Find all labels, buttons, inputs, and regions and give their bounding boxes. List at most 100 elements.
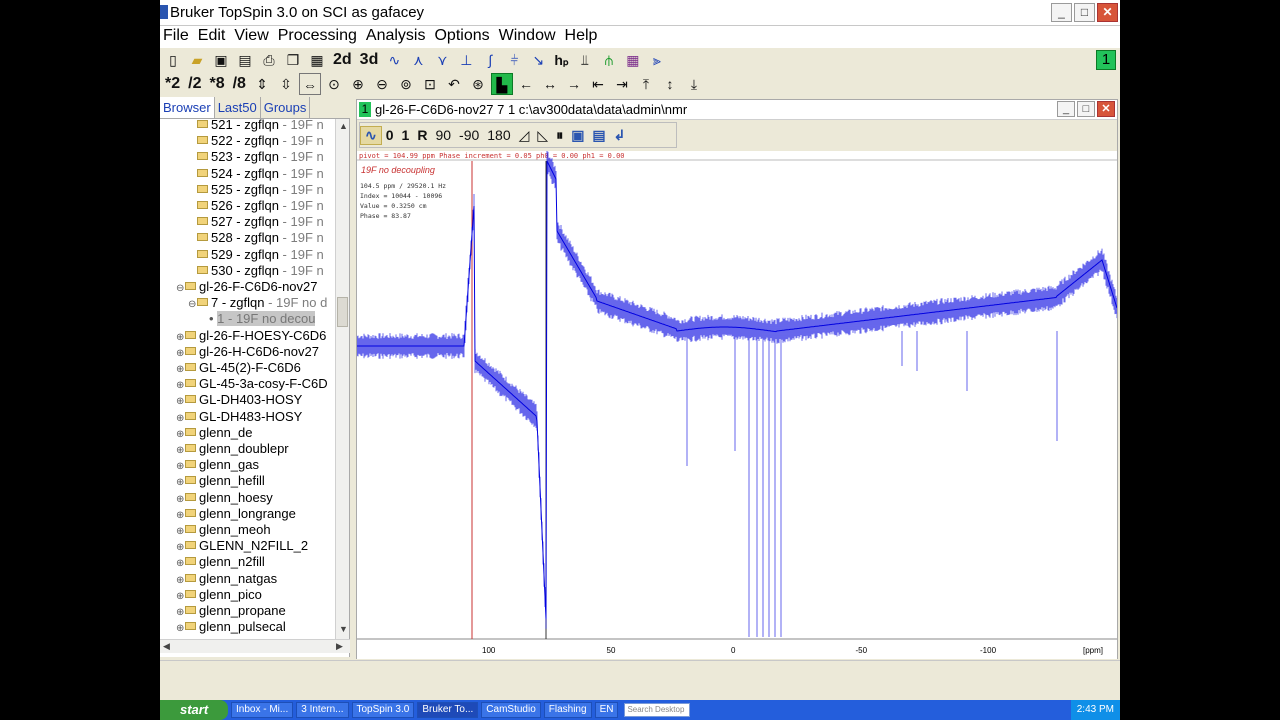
updown-icon[interactable]: ⇕ bbox=[251, 73, 273, 95]
phase-mode-icon[interactable]: ∿ bbox=[360, 125, 382, 145]
maximize-button[interactable]: □ bbox=[1074, 3, 1095, 22]
expand-icon[interactable]: ⊕ bbox=[176, 396, 185, 407]
close-button[interactable]: ✕ bbox=[1097, 3, 1118, 22]
task-inbox[interactable]: Inbox - Mi... bbox=[231, 702, 294, 718]
tree-item[interactable]: 530 - zgflqn - 19F n bbox=[188, 263, 324, 279]
tree-item[interactable]: ⊕ glenn_hoesy bbox=[176, 490, 273, 506]
menu-view[interactable]: View bbox=[231, 26, 274, 48]
phase-180-button[interactable]: 180 bbox=[483, 127, 514, 143]
tree-item[interactable]: ⊕ glenn_hefill bbox=[176, 473, 265, 489]
expand-icon[interactable]: ⊕ bbox=[176, 526, 185, 537]
tree-item[interactable]: ⊕ glenn_pico bbox=[176, 587, 262, 603]
reset-vertical-icon[interactable]: ⇳ bbox=[275, 73, 297, 95]
multiplet-icon[interactable]: ⫩ bbox=[503, 49, 525, 71]
system-tray-clock[interactable]: 2:43 PM bbox=[1070, 700, 1120, 720]
tree-item[interactable]: ⊕ glenn_propane bbox=[176, 603, 286, 619]
tree-item[interactable]: ⊕ GLENN_N2FILL_2 bbox=[176, 538, 308, 554]
start-button[interactable]: start bbox=[160, 700, 228, 720]
hp-icon[interactable]: hₚ bbox=[551, 49, 572, 71]
expand-icon[interactable]: ⊕ bbox=[176, 575, 185, 586]
zoom-fit-icon[interactable]: ⊚ bbox=[395, 73, 417, 95]
shift-left-end-icon[interactable]: ⇤ bbox=[587, 73, 609, 95]
fit-horizontal-icon[interactable]: ⇔ bbox=[298, 73, 321, 95]
zoom-region-icon[interactable]: ⊡ bbox=[419, 73, 441, 95]
shift-updown-icon[interactable]: ↕ bbox=[659, 73, 681, 95]
arrow-left-icon[interactable]: ← bbox=[515, 73, 537, 95]
shift-right-end-icon[interactable]: ⇥ bbox=[611, 73, 633, 95]
expand-icon[interactable]: ⊕ bbox=[176, 542, 185, 553]
spectrum-close-button[interactable]: ✕ bbox=[1097, 101, 1115, 117]
expand-icon[interactable]: ⊕ bbox=[176, 380, 185, 391]
expand-icon[interactable]: ⊕ bbox=[176, 461, 185, 472]
tree-item[interactable]: ⊕ glenn_pulsecal bbox=[176, 619, 286, 635]
scroll-right-icon[interactable]: ▶ bbox=[336, 641, 343, 652]
spectrum-maximize-button[interactable]: □ bbox=[1077, 101, 1095, 117]
zoom-icon[interactable]: ⊙ bbox=[323, 73, 345, 95]
phase-icon[interactable]: ⋎ bbox=[431, 49, 453, 71]
tree-item[interactable]: ⊕ glenn_gas bbox=[176, 457, 259, 473]
tree-item[interactable]: 522 - zgflqn - 19F n bbox=[188, 133, 324, 149]
shift-up-icon[interactable]: ⤒ bbox=[635, 73, 657, 95]
tree-item[interactable]: ⊖ gl-26-F-C6D6-nov27 bbox=[176, 279, 318, 295]
task-topspin[interactable]: TopSpin 3.0 bbox=[351, 702, 415, 718]
tree-item[interactable]: 529 - zgflqn - 19F n bbox=[188, 247, 324, 263]
save-return-icon[interactable]: ▤ bbox=[588, 127, 609, 144]
tree-item[interactable]: 527 - zgflqn - 19F n bbox=[188, 214, 324, 230]
ramp-up-icon[interactable]: ◿ bbox=[515, 127, 534, 144]
baseline-icon[interactable]: ↘ bbox=[527, 49, 549, 71]
tree-item[interactable]: ⊕ GL-DH483-HOSY bbox=[176, 409, 302, 425]
open-folder-icon[interactable]: ▰ bbox=[186, 49, 208, 71]
arrow-leftright-icon[interactable]: ↔ bbox=[539, 73, 561, 95]
menu-help[interactable]: Help bbox=[562, 26, 604, 48]
expand-icon[interactable]: ⊕ bbox=[176, 591, 185, 602]
phase-first-button[interactable]: 1 bbox=[398, 127, 414, 143]
scroll-left-icon[interactable]: ◀ bbox=[163, 641, 170, 652]
ramp-down-icon[interactable]: ◺ bbox=[533, 127, 552, 144]
task-bruker[interactable]: Bruker To... bbox=[417, 702, 479, 718]
phase-reset-button[interactable]: R bbox=[413, 127, 431, 143]
pause-icon[interactable]: ⏸ bbox=[552, 127, 567, 144]
phase-minus90-button[interactable]: -90 bbox=[455, 127, 483, 143]
menu-window[interactable]: Window bbox=[496, 26, 562, 48]
view-3d-button[interactable]: 3d bbox=[357, 49, 382, 71]
divide-8-button[interactable]: /8 bbox=[230, 73, 249, 95]
tree-item[interactable]: 521 - zgflqn - 19F n bbox=[188, 119, 324, 133]
tree-item[interactable]: 524 - zgflqn - 19F n bbox=[188, 166, 324, 182]
copy-icon[interactable]: ❐ bbox=[282, 49, 304, 71]
menu-options[interactable]: Options bbox=[431, 26, 495, 48]
task-internet[interactable]: 3 Intern... bbox=[296, 702, 349, 718]
expand-icon[interactable]: ⊕ bbox=[176, 477, 185, 488]
tab-last50[interactable]: Last50 bbox=[215, 97, 261, 118]
tree-item[interactable]: ⊕ glenn_n2fill bbox=[176, 554, 265, 570]
expand-icon[interactable]: ⊕ bbox=[176, 558, 185, 569]
tab-groups[interactable]: Groups bbox=[261, 97, 311, 118]
deconvolution-icon[interactable]: ⫫ bbox=[574, 49, 596, 71]
task-language[interactable]: EN bbox=[594, 702, 619, 718]
spectrum-svg[interactable]: pivot = 104.99 ppm Phase increment = 0.0… bbox=[356, 148, 1118, 659]
fid-icon[interactable]: ⋏ bbox=[407, 49, 429, 71]
expand-icon[interactable]: ⊕ bbox=[176, 623, 185, 634]
zoom-in-icon[interactable]: ⊕ bbox=[347, 73, 369, 95]
phase-90-button[interactable]: 90 bbox=[431, 127, 455, 143]
task-camstudio[interactable]: CamStudio bbox=[481, 702, 541, 718]
expand-icon[interactable]: ⊕ bbox=[176, 510, 185, 521]
expand-icon[interactable]: ⊕ bbox=[176, 413, 185, 424]
save-as-icon[interactable]: ▤ bbox=[234, 49, 256, 71]
menu-edit[interactable]: Edit bbox=[195, 26, 232, 48]
return-icon[interactable]: ↲ bbox=[610, 127, 630, 144]
spectrum-display-icon[interactable]: ▙ bbox=[490, 73, 513, 95]
multiply-8-button[interactable]: *8 bbox=[206, 73, 227, 95]
desktop-search-input[interactable]: Search Desktop bbox=[624, 703, 691, 717]
peak-pick-icon[interactable]: ⊥ bbox=[455, 49, 477, 71]
tree-item[interactable]: ⊕ GL-45(2)-F-C6D6 bbox=[176, 360, 301, 376]
expand-icon[interactable]: ⊕ bbox=[176, 429, 185, 440]
tree-item[interactable]: 523 - zgflqn - 19F n bbox=[188, 149, 324, 165]
tree-item[interactable]: ⊕ glenn_de bbox=[176, 425, 253, 441]
spectrum-1d-icon[interactable]: ∿ bbox=[383, 49, 405, 71]
tree-item[interactable]: 526 - zgflqn - 19F n bbox=[188, 198, 324, 214]
spectrum-plot-area[interactable]: pivot = 104.99 ppm Phase increment = 0.0… bbox=[356, 148, 1118, 659]
tree-item[interactable]: ⊕ GL-45-3a-cosy-F-C6D bbox=[176, 376, 328, 392]
save-icon[interactable]: ▣ bbox=[210, 49, 232, 71]
minimize-button[interactable]: _ bbox=[1051, 3, 1072, 22]
phase-zero-button[interactable]: 0 bbox=[382, 127, 398, 143]
